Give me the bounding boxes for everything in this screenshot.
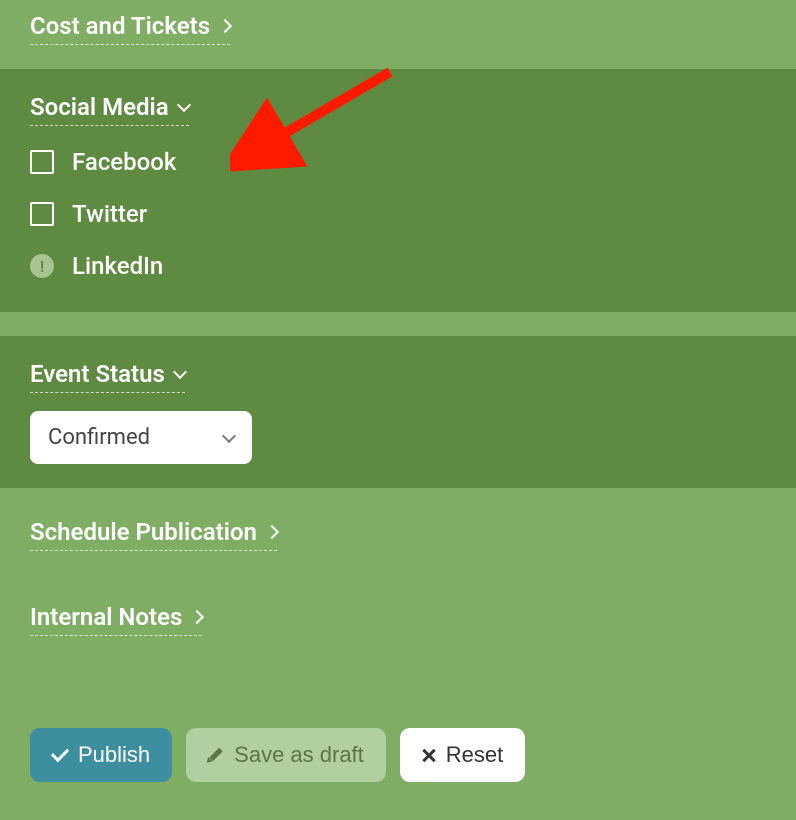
schedule-publication-toggle[interactable]: Schedule Publication xyxy=(30,518,277,551)
event-status-select[interactable]: Confirmed xyxy=(30,411,252,464)
chevron-down-icon xyxy=(177,98,191,112)
facebook-checkbox[interactable] xyxy=(30,150,54,174)
facebook-label: Facebook xyxy=(72,148,176,176)
event-status-section: Event Status Confirmed xyxy=(0,336,796,488)
linkedin-option[interactable]: ! LinkedIn xyxy=(30,252,766,280)
cost-tickets-title: Cost and Tickets xyxy=(30,12,210,40)
internal-notes-title: Internal Notes xyxy=(30,603,182,631)
chevron-down-icon xyxy=(173,365,187,379)
event-status-title: Event Status xyxy=(30,360,165,388)
chevron-right-icon xyxy=(218,19,232,33)
event-status-toggle[interactable]: Event Status xyxy=(30,360,185,393)
action-buttons: Publish Save as draft Reset xyxy=(30,728,766,782)
chevron-right-icon xyxy=(190,610,204,624)
check-icon xyxy=(51,744,69,762)
section-spacer xyxy=(0,312,796,336)
cost-tickets-toggle[interactable]: Cost and Tickets xyxy=(30,12,230,45)
publish-button[interactable]: Publish xyxy=(30,728,172,782)
social-media-toggle[interactable]: Social Media xyxy=(30,93,189,126)
event-status-value: Confirmed xyxy=(48,425,150,450)
social-media-options: Facebook Twitter ! LinkedIn xyxy=(30,148,766,280)
facebook-option[interactable]: Facebook xyxy=(30,148,766,176)
pencil-icon xyxy=(208,747,224,763)
save-draft-button[interactable]: Save as draft xyxy=(186,728,386,782)
twitter-checkbox[interactable] xyxy=(30,202,54,226)
chevron-right-icon xyxy=(265,525,279,539)
x-icon xyxy=(422,748,436,762)
info-icon: ! xyxy=(30,254,54,278)
reset-button[interactable]: Reset xyxy=(400,728,525,782)
twitter-option[interactable]: Twitter xyxy=(30,200,766,228)
social-media-section: Social Media Facebook Twitter ! LinkedIn xyxy=(0,69,796,312)
publish-label: Publish xyxy=(78,742,150,768)
reset-label: Reset xyxy=(446,742,503,768)
linkedin-label: LinkedIn xyxy=(72,252,163,280)
twitter-label: Twitter xyxy=(72,200,147,228)
chevron-down-icon xyxy=(222,428,236,442)
social-media-title: Social Media xyxy=(30,93,169,121)
save-draft-label: Save as draft xyxy=(234,742,364,768)
lower-sections: Schedule Publication Internal Notes Publ… xyxy=(0,488,796,806)
schedule-publication-title: Schedule Publication xyxy=(30,518,257,546)
internal-notes-toggle[interactable]: Internal Notes xyxy=(30,603,202,636)
cost-tickets-section: Cost and Tickets xyxy=(0,0,796,69)
